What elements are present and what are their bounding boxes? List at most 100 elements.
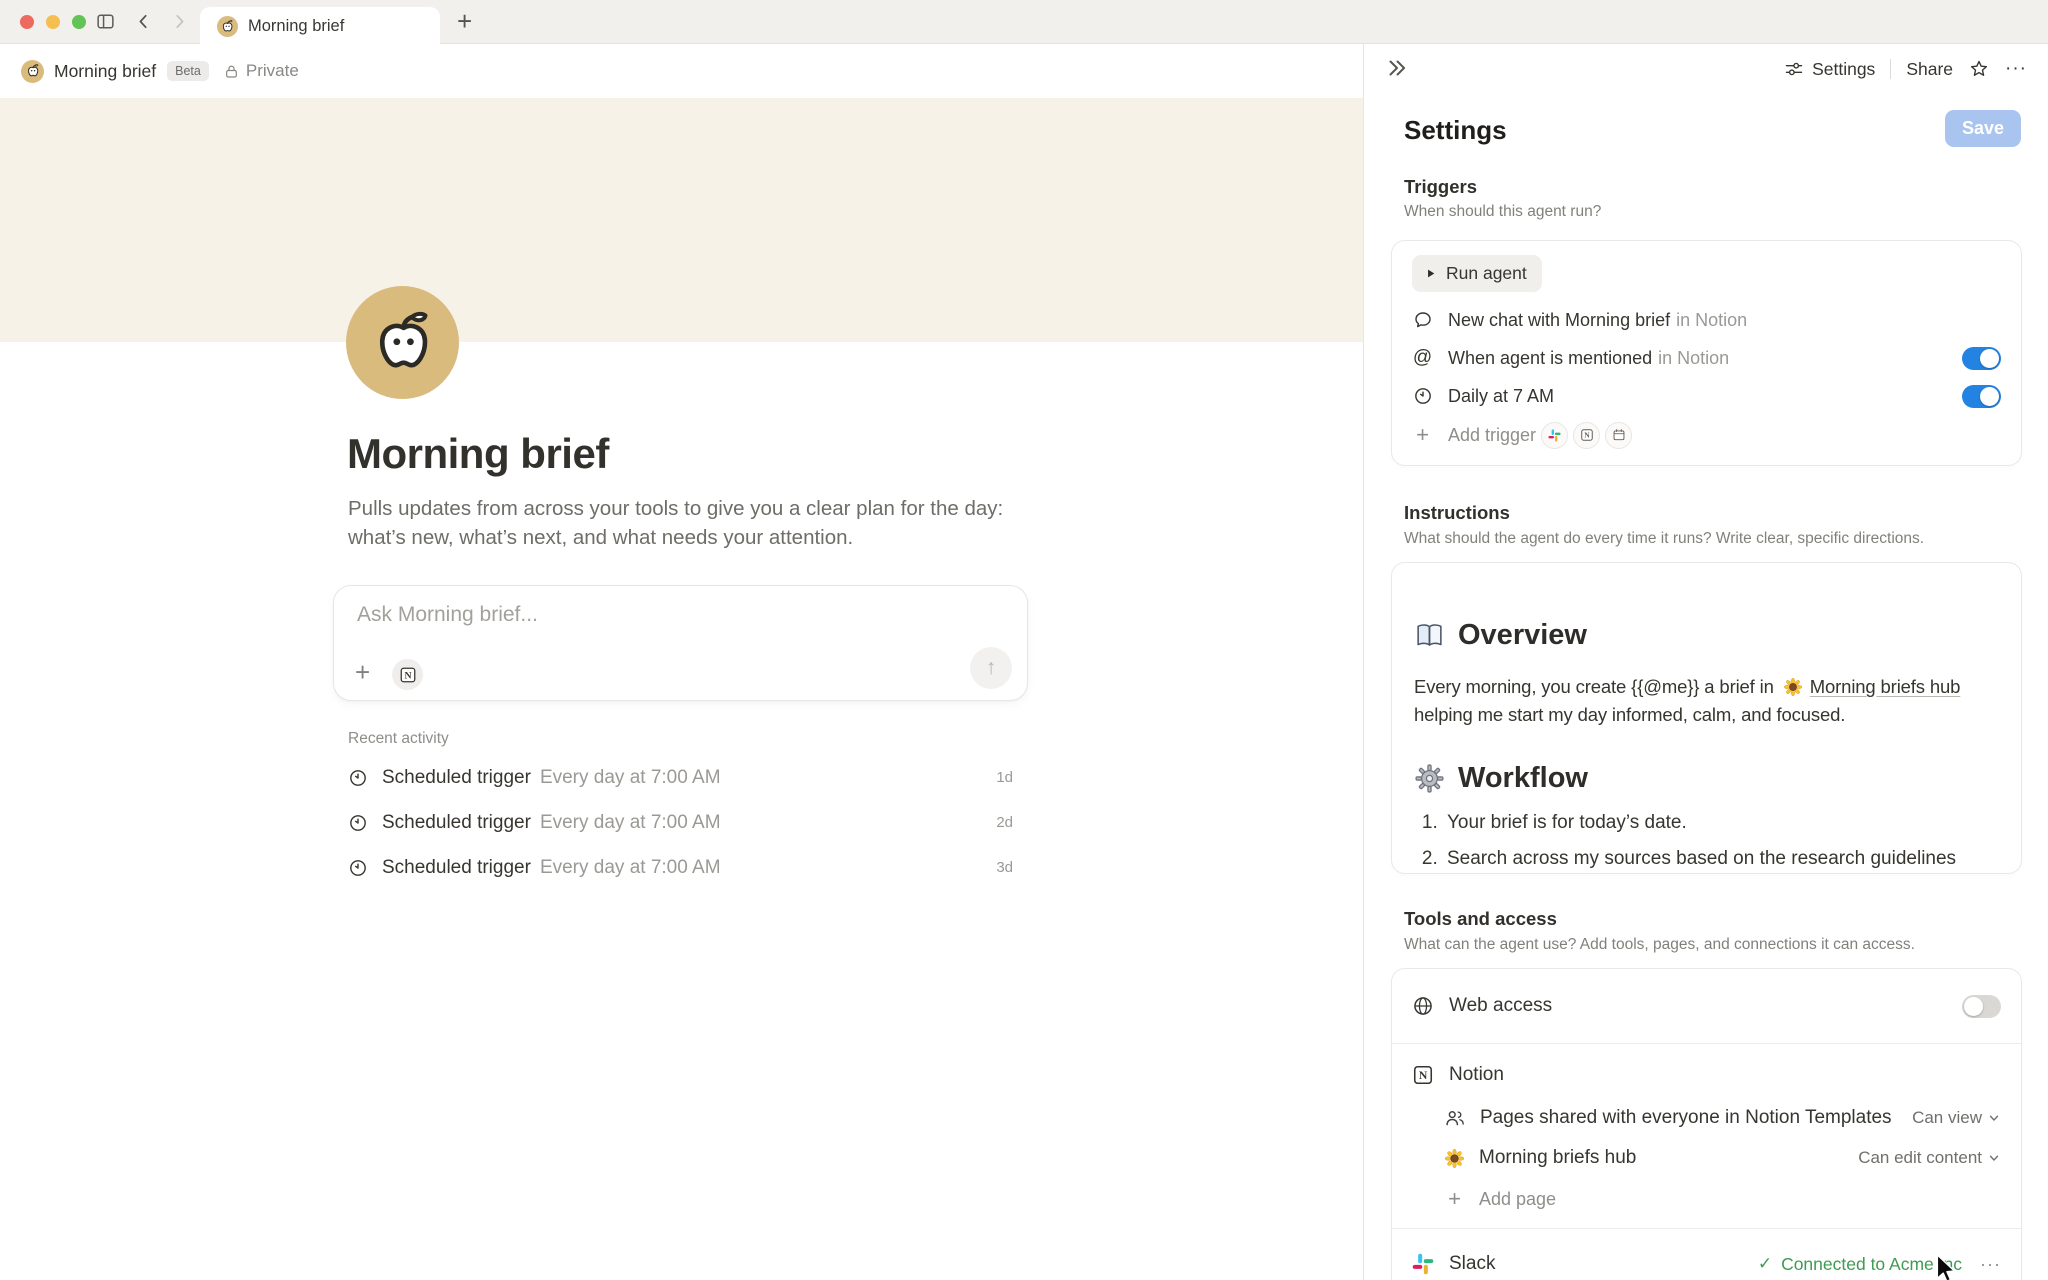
tab-title: Morning brief [248, 17, 344, 36]
zoom-window-button[interactable] [72, 15, 86, 29]
trigger-suffix: in Notion [1676, 310, 1747, 331]
triggers-subheading: When should this agent run? [1404, 203, 1601, 221]
trigger-label: When agent is mentioned [1448, 348, 1652, 369]
trigger-row-mentioned[interactable]: @ When agent is mentioned in Notion [1412, 339, 2001, 377]
visibility-label: Private [246, 61, 299, 81]
toggle-knob [1980, 349, 1999, 368]
overview-paragraph: Every morning, you create {{@me}} a brie… [1414, 673, 2003, 728]
favorite-star-icon[interactable] [1968, 58, 1990, 80]
settings-tab-label: Settings [1812, 59, 1875, 80]
chevron-down-icon [1987, 1111, 2001, 1125]
save-button[interactable]: Save [1945, 110, 2021, 147]
notion-page-row[interactable]: Morning briefs hub Can edit content [1412, 1138, 2001, 1178]
collapse-panel-icon[interactable] [1384, 55, 1410, 81]
tab-morning-brief[interactable]: Morning brief [200, 7, 440, 45]
people-icon [1444, 1107, 1466, 1129]
activity-name: Scheduled trigger [382, 812, 531, 834]
page-description: Pulls updates from across your tools to … [348, 494, 1023, 552]
activity-row[interactable]: Scheduled trigger Every day at 7:00 AM 2… [348, 800, 1013, 845]
activity-detail: Every day at 7:00 AM [540, 857, 721, 879]
notion-icon [1412, 1064, 1434, 1086]
clock-icon [348, 858, 368, 878]
run-agent-label: Run agent [1446, 263, 1527, 284]
toolbar-divider [1890, 59, 1891, 79]
toggle-knob [1964, 997, 1983, 1016]
page-label: Morning briefs hub [1479, 1147, 1636, 1169]
instructions-editor[interactable]: Overview Every morning, you create {{@me… [1391, 562, 2022, 874]
sidebar-toggle-icon[interactable] [95, 11, 116, 32]
clock-icon [348, 813, 368, 833]
activity-detail: Every day at 7:00 AM [540, 812, 721, 834]
sunflower-icon [1783, 677, 1803, 697]
permission-dropdown[interactable]: Can edit content [1858, 1148, 2001, 1168]
overview-text: Every morning, you create {{@me}} a brie… [1414, 676, 1774, 697]
agent-avatar[interactable] [346, 286, 459, 399]
permission-label: Can view [1912, 1108, 1982, 1128]
gear-icon [1414, 763, 1445, 794]
trigger-row-daily[interactable]: Daily at 7 AM [1412, 377, 2001, 415]
notion-tool-row[interactable]: Notion [1412, 1052, 2001, 1098]
web-access-row[interactable]: Web access [1412, 969, 2001, 1043]
check-icon: ✓ [1758, 1254, 1772, 1274]
web-access-toggle[interactable] [1962, 995, 2001, 1018]
new-tab-button[interactable]: + [457, 6, 472, 37]
slack-icon [1541, 422, 1568, 449]
triggers-card: Run agent New chat with Morning brief in… [1391, 240, 2022, 466]
workflow-section: Workflow [1414, 762, 1999, 795]
workflow-step: Search across my sources based on the re… [1443, 848, 1999, 870]
trigger-row-new-chat[interactable]: New chat with Morning brief in Notion [1412, 301, 2001, 339]
slack-icon [1412, 1253, 1434, 1275]
send-button[interactable]: ↑ [970, 647, 1012, 689]
instructions-subheading: What should the agent do every time it r… [1404, 530, 1924, 548]
visibility-indicator: Private [223, 61, 299, 81]
recent-activity-heading: Recent activity [348, 730, 449, 748]
close-window-button[interactable] [20, 15, 34, 29]
slack-more-options-icon[interactable]: ··· [1980, 1254, 2001, 1275]
permission-dropdown[interactable]: Can view [1912, 1108, 2001, 1128]
activity-row[interactable]: Scheduled trigger Every day at 7:00 AM 1… [348, 755, 1013, 800]
main-content: Morning brief Pulls updates from across … [0, 98, 1363, 1280]
settings-panel: Settings Share ··· Settings Save Trigger… [1363, 44, 2048, 1280]
activity-age: 2d [996, 814, 1013, 831]
notion-context-chip[interactable] [392, 659, 423, 690]
add-trigger-button[interactable]: + Add trigger [1412, 415, 2001, 455]
slack-status: ✓ Connected to Acme Inc ··· [1758, 1254, 2001, 1275]
add-page-label: Add page [1479, 1189, 1556, 1210]
web-access-label: Web access [1449, 995, 1552, 1017]
apple-agent-icon [21, 60, 44, 83]
notion-page-row[interactable]: Pages shared with everyone in Notion Tem… [1412, 1098, 2001, 1138]
forward-icon[interactable] [169, 11, 190, 32]
activity-row[interactable]: Scheduled trigger Every day at 7:00 AM 3… [348, 845, 1013, 890]
add-trigger-label: Add trigger [1448, 425, 1536, 446]
lock-icon [223, 63, 240, 80]
run-agent-button[interactable]: Run agent [1412, 255, 1542, 292]
breadcrumb-title[interactable]: Morning brief [54, 61, 156, 82]
window-controls [20, 15, 86, 29]
settings-tab-button[interactable]: Settings [1784, 59, 1875, 80]
add-page-button[interactable]: + Add page [1412, 1178, 2001, 1220]
daily-toggle[interactable] [1962, 385, 2001, 408]
plus-icon: + [1444, 1186, 1465, 1212]
permission-label: Can edit content [1858, 1148, 1982, 1168]
app-window: Morning brief + Morning brief Beta Priva… [0, 0, 2048, 1280]
trigger-label: Daily at 7 AM [1448, 386, 1554, 407]
breadcrumb: Morning brief Beta Private [0, 44, 1363, 98]
slack-tool-row[interactable]: Slack ✓ Connected to Acme Inc ··· [1412, 1229, 2001, 1280]
attach-button[interactable]: + [355, 659, 370, 685]
more-options-icon[interactable]: ··· [2005, 58, 2027, 80]
ask-input-placeholder[interactable]: Ask Morning brief... [357, 603, 538, 627]
trigger-rows: New chat with Morning brief in Notion @ … [1412, 301, 2001, 455]
share-label: Share [1906, 59, 1953, 80]
minimize-window-button[interactable] [46, 15, 60, 29]
page-label: Pages shared with everyone in Notion Tem… [1480, 1107, 1892, 1129]
page-title: Morning brief [347, 430, 609, 478]
mouse-cursor [1930, 1252, 1962, 1280]
back-icon[interactable] [133, 11, 154, 32]
instructions-heading: Instructions [1404, 502, 1510, 524]
morning-briefs-hub-link[interactable]: Morning briefs hub [1810, 676, 1961, 697]
activity-age: 3d [996, 859, 1013, 876]
ask-agent-input[interactable]: Ask Morning brief... + ↑ [333, 585, 1028, 701]
share-button[interactable]: Share [1906, 59, 1953, 80]
mentioned-toggle[interactable] [1962, 347, 2001, 370]
globe-icon [1412, 995, 1434, 1017]
